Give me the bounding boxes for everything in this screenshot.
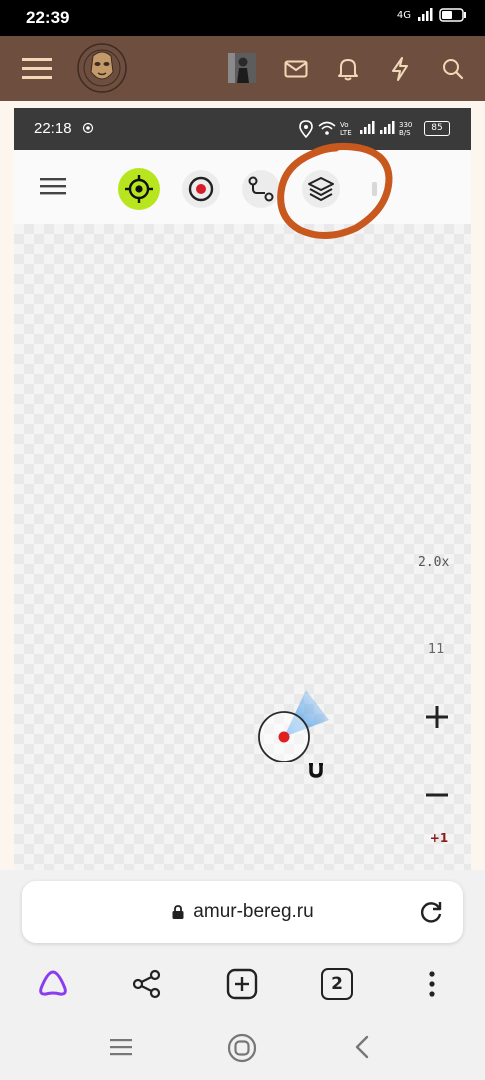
more-options-icon[interactable]	[426, 970, 438, 1002]
magnet-icon	[309, 763, 323, 778]
zoom-in-button[interactable]	[420, 700, 454, 734]
annotation-circle	[277, 143, 393, 239]
network-label: 4G	[396, 9, 411, 21]
minus-icon	[426, 793, 448, 797]
search-icon[interactable]	[438, 54, 468, 84]
bell-icon[interactable]	[333, 54, 363, 84]
location-pin-icon	[299, 120, 313, 138]
battery-icon	[439, 8, 466, 22]
tab-count-button[interactable]: 2	[321, 968, 353, 1000]
plus-icon	[426, 706, 448, 728]
battery-level: 85	[424, 121, 450, 136]
volte-label: Vo LTE	[340, 121, 352, 137]
status-time: 22:39	[26, 8, 70, 27]
mail-icon[interactable]	[281, 54, 311, 84]
url-text: amur-bereg.ru	[193, 901, 314, 922]
reload-icon[interactable]	[418, 899, 444, 929]
menu-icon[interactable]	[40, 176, 66, 200]
system-nav-bar	[0, 1016, 485, 1080]
inner-status-time: 22:18	[34, 120, 72, 137]
site-logo[interactable]	[76, 42, 128, 94]
alice-assistant-icon[interactable]	[36, 968, 70, 1002]
record-button[interactable]	[182, 170, 220, 208]
lightning-icon[interactable]	[385, 54, 415, 84]
wifi-icon	[318, 121, 336, 135]
map-toolbar	[14, 150, 471, 224]
zoom-value-label: 11	[428, 642, 445, 657]
lock-icon	[172, 905, 184, 919]
location-marker	[258, 690, 329, 762]
home-icon[interactable]	[227, 1033, 257, 1067]
record-icon	[188, 176, 214, 202]
signal-icon-2	[380, 121, 395, 134]
user-avatar[interactable]	[228, 53, 256, 83]
signal-icon	[360, 121, 375, 134]
inner-status-bar: 22:18 Vo LTE 330 B/S 85	[14, 108, 471, 150]
gps-locate-button[interactable]	[118, 168, 160, 210]
location-dot-icon	[82, 122, 94, 134]
signal-icon	[418, 8, 433, 21]
site-header	[0, 36, 485, 101]
share-icon[interactable]	[131, 968, 163, 1004]
browser-toolbar: 2	[0, 954, 485, 1016]
plus-one-button[interactable]: +1	[418, 822, 460, 854]
embedded-screenshot: 22:18 Vo LTE 330 B/S 85 2.0x 11 +1	[14, 108, 471, 870]
map-canvas[interactable]: 2.0x 11 +1	[14, 224, 471, 870]
hamburger-menu-icon[interactable]	[22, 54, 52, 84]
status-bar: 22:39 4G	[0, 0, 485, 36]
crosshair-icon	[125, 175, 153, 203]
back-icon[interactable]	[354, 1035, 370, 1063]
address-bar[interactable]: amur-bereg.ru	[22, 881, 463, 943]
speed-label: 330 B/S	[399, 121, 413, 137]
new-tab-icon[interactable]	[226, 968, 258, 1004]
zoom-level-label: 2.0x	[418, 555, 450, 570]
recent-apps-icon[interactable]	[110, 1038, 132, 1060]
zoom-out-button[interactable]	[420, 778, 454, 812]
